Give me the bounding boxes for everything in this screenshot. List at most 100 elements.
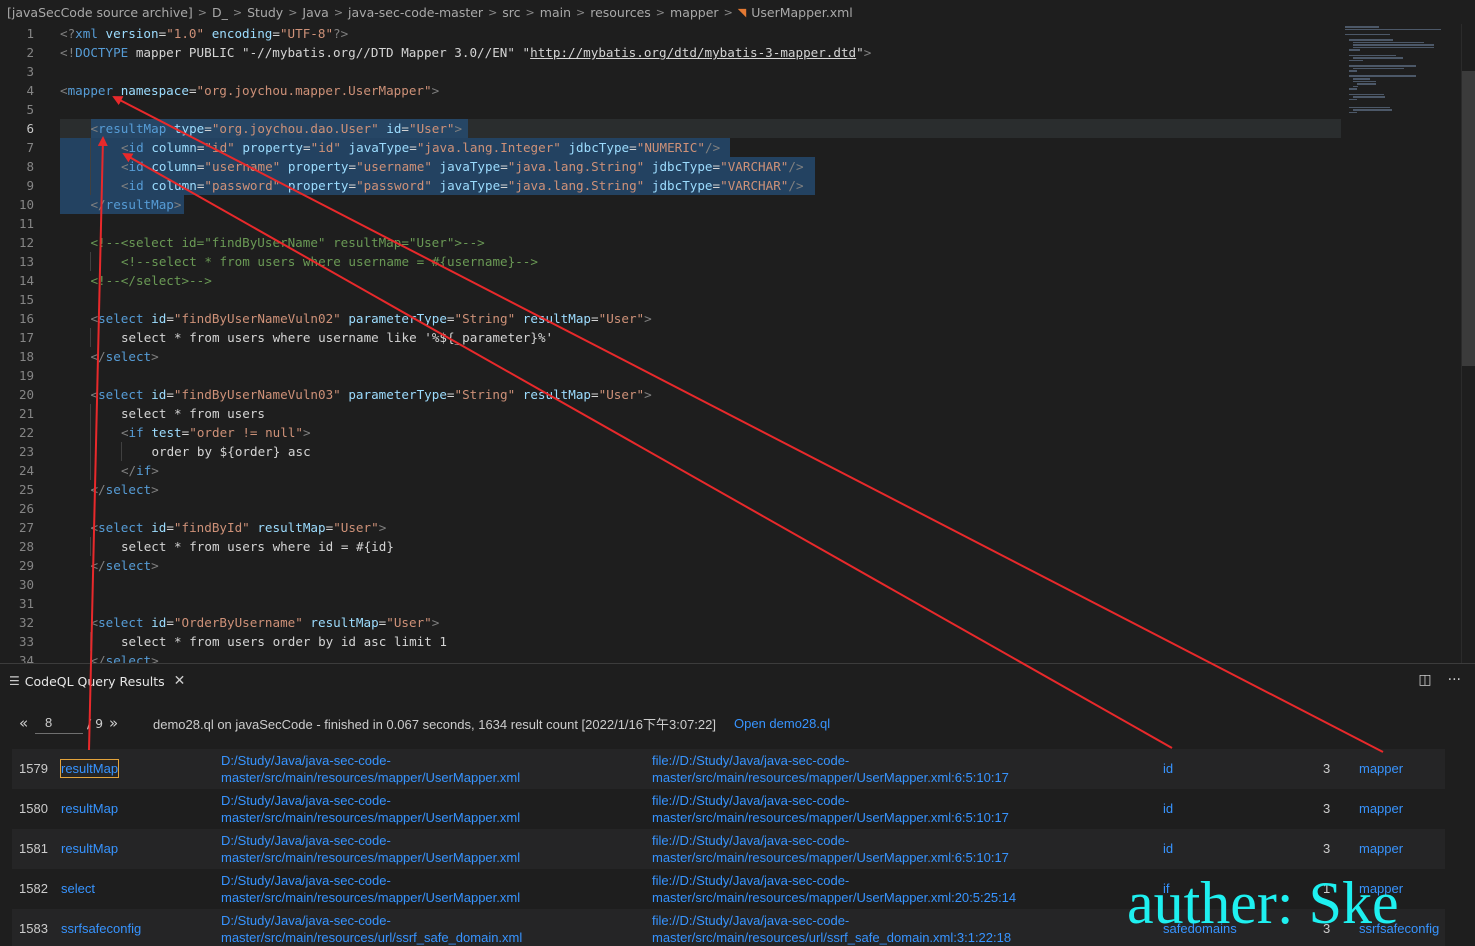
result-name-link[interactable]: ssrfsafeconfig [61,920,141,937]
code-token: "findByUserNameVuln02" [173,311,341,326]
code-token: id [128,178,144,193]
line-number: 34 [18,653,34,663]
breadcrumb-item[interactable]: java-sec-code-master [348,5,483,20]
result-element-link[interactable]: id [1163,840,1173,857]
code-token: "User" [409,121,455,136]
line-number: 12 [18,235,34,250]
code-token: "1.0" [166,26,205,41]
code-line: <!DOCTYPE mapper PUBLIC "-//mybatis.org/… [60,43,871,62]
minimap-line [1349,39,1394,41]
breadcrumb-item[interactable]: Java [302,5,328,20]
result-path-link[interactable]: D:/Study/Java/java-sec-code-master/src/m… [221,792,621,826]
result-name-link[interactable]: resultMap [61,800,118,817]
result-count: 3 [1323,841,1331,856]
code-token: = [409,140,417,155]
result-path-link[interactable]: D:/Study/Java/java-sec-code-master/src/m… [221,832,621,866]
code-line: <!--<select id="findByUserName" resultMa… [90,233,484,252]
breadcrumb-item[interactable]: main [540,5,571,20]
code-token: http://mybatis.org/dtd/mybatis-3-mapper.… [530,45,857,60]
code-token: = [500,159,508,174]
breadcrumb-file[interactable]: UserMapper.xml [751,5,853,20]
result-location-link-line: master/src/main/resources/url/ssrf_safe_… [652,930,1012,945]
next-page-button[interactable]: » [109,714,118,732]
result-location-link[interactable]: file://D:/Study/Java/java-sec-code-maste… [652,752,1072,786]
table-row[interactable]: 1579 resultMap D:/Study/Java/java-sec-code… [12,749,1445,789]
minimap-line [1349,65,1416,67]
result-path-link[interactable]: D:/Study/Java/java-sec-code-master/src/m… [221,912,621,946]
line-number: 10 [18,197,34,212]
result-element-link[interactable]: id [1163,800,1173,817]
indent-guide [90,138,92,157]
result-location-link[interactable]: file://D:/Study/Java/java-sec-code-maste… [652,912,1072,946]
prev-page-button[interactable]: « [19,714,28,732]
breadcrumb-item[interactable]: [javaSecCode source archive] [7,5,193,20]
page-number-input[interactable] [35,712,83,734]
code-token: </ [90,349,106,364]
code-token: = [348,178,357,193]
line-number: 18 [18,349,34,364]
code-token: <? [60,26,76,41]
result-name-link[interactable]: resultMap [61,840,118,857]
code-token: > [863,45,872,60]
code-token: version [105,26,159,41]
editor-scrollbar-thumb[interactable] [1462,71,1475,366]
result-parent-link[interactable]: mapper [1359,840,1403,857]
line-number: 20 [18,387,34,402]
breadcrumb-item[interactable]: Study [247,5,283,20]
tab-codeql-query-results[interactable]: ☰ CodeQL Query Results ✕ [0,664,185,698]
split-editor-icon[interactable]: ◫ [1418,672,1431,688]
code-token: id [128,159,144,174]
minimap-line [1349,98,1358,101]
result-parent-link[interactable]: mapper [1359,800,1403,817]
table-row[interactable]: 1580 resultMap D:/Study/Java/java-sec-code… [12,789,1445,829]
result-name-link[interactable]: select [61,880,95,897]
result-element-link[interactable]: id [1163,760,1173,777]
line-number: 23 [18,444,34,459]
result-index: 1581 [19,841,48,856]
code-token: </ [120,463,137,478]
result-location-link[interactable]: file://D:/Study/Java/java-sec-code-maste… [652,872,1072,906]
breadcrumb-item[interactable]: resources [590,5,651,20]
open-query-link[interactable]: Open demo28.ql [734,716,830,731]
line-number: 32 [18,615,34,630]
breadcrumb-item[interactable]: mapper [670,5,719,20]
code-line: </select> [90,480,158,499]
code-token: "UTF-8" [279,26,334,41]
code-lines[interactable]: <?xml version="1.0" encoding="UTF-8"?> <!… [60,24,1340,663]
list-icon: ☰ [9,674,20,688]
result-path-link[interactable]: D:/Study/Java/java-sec-code-master/src/m… [221,872,621,906]
breadcrumb-item[interactable]: src [502,5,520,20]
code-token: select * from users order by id asc limi… [120,634,447,649]
result-path-link[interactable]: D:/Study/Java/java-sec-code-master/src/m… [221,752,621,786]
indent-guide [90,461,92,480]
code-token: column [151,159,197,174]
table-row[interactable]: 1581 resultMap D:/Study/Java/java-sec-code… [12,829,1445,869]
result-count: 3 [1323,801,1331,816]
code-token: "username" [204,159,281,174]
minimap[interactable] [1345,24,1460,124]
code-token: id [151,311,167,326]
code-editor[interactable]: 1 2 3 4 5 6 7 8 9 10 11 12 13 14 15 16 17 18 19 20 21 22 23 24 2… [0,24,1475,663]
result-parent-link[interactable]: mapper [1359,760,1403,777]
result-location-link[interactable]: file://D:/Study/Java/java-sec-code-maste… [652,792,1072,826]
code-token: property [242,140,304,155]
more-actions-icon[interactable]: ··· [1448,672,1461,688]
result-location-link[interactable]: file://D:/Study/Java/java-sec-code-maste… [652,832,1072,866]
code-line: select * from users where id = #{id} [121,537,394,556]
result-path-link-line: D:/Study/Java/java-sec-code- [221,833,391,848]
code-token: "id" [310,140,341,155]
close-icon[interactable]: ✕ [174,673,186,689]
chevron-right-icon: > [197,5,207,19]
code-token: > [151,653,159,663]
result-index: 1583 [19,921,48,936]
code-token: > [454,121,463,136]
breadcrumb-item[interactable]: D_ [212,5,228,20]
code-token: "java.lang.String" [507,159,645,174]
code-token: < [90,615,99,630]
line-number: 26 [18,501,34,516]
result-name-link[interactable]: resultMap [59,759,120,778]
minimap-line [1345,33,1390,36]
line-number: 2 [26,45,34,60]
